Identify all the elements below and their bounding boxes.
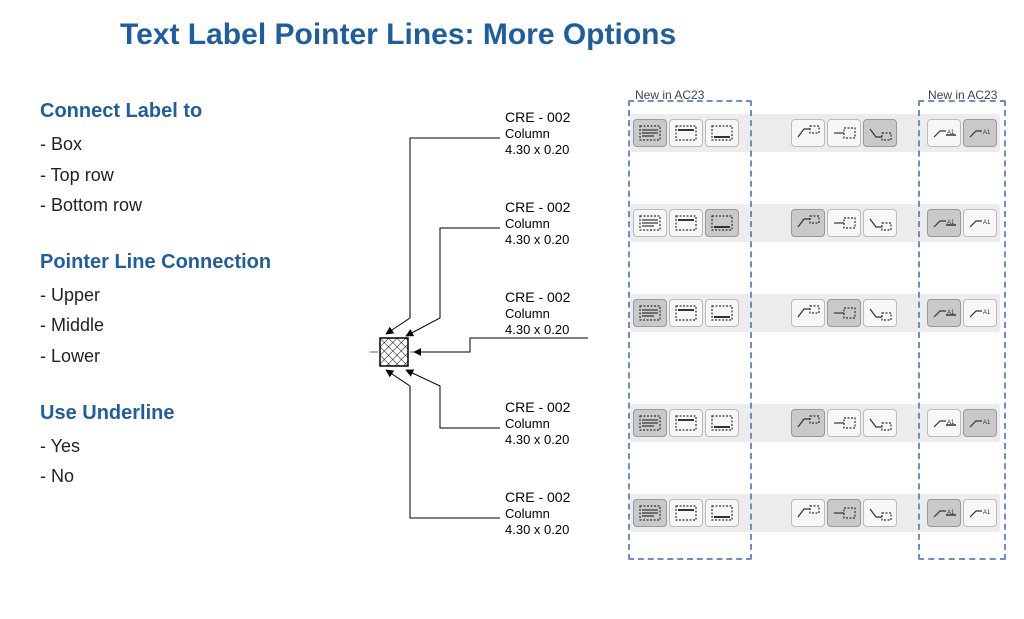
label-line3: 4.30 x 0.20 [505, 522, 569, 537]
label-line3: 4.30 x 0.20 [505, 232, 569, 247]
section-underline: Use Underline - Yes - No [40, 402, 340, 492]
option-text: Top row [51, 165, 114, 185]
label-line3: 4.30 x 0.20 [505, 142, 569, 157]
pointer-connection-group-lower-button[interactable] [863, 409, 897, 437]
pointer-connection-group-upper-button[interactable] [791, 409, 825, 437]
pointer-connection-group-middle-button[interactable] [827, 299, 861, 327]
pointer-connection-group-upper-button[interactable] [791, 119, 825, 147]
option-item: - Yes [40, 431, 340, 462]
section-heading: Connect Label to [40, 100, 340, 123]
pointer-diagram: CRE - 002 Column 4.30 x 0.20 CRE - 002 C… [350, 88, 625, 588]
upper-icon [794, 303, 822, 323]
label-line1: CRE - 002 [505, 399, 571, 415]
option-text: Yes [51, 436, 80, 456]
pointer-connection-group-lower-button[interactable] [863, 119, 897, 147]
middle-icon [830, 213, 858, 233]
pointer-connection-group-middle-button[interactable] [827, 119, 861, 147]
middle-icon [830, 123, 858, 143]
label-line1: CRE - 002 [505, 109, 571, 125]
option-text: Bottom row [51, 195, 142, 215]
pointer-line [386, 138, 500, 334]
label-line1: CRE - 002 [505, 289, 571, 305]
middle-icon [830, 413, 858, 433]
label-block: CRE - 002 Column 4.30 x 0.20 [386, 370, 571, 537]
section-connect-label: Connect Label to - Box - Top row - Botto… [40, 100, 340, 221]
pointer-connection-group-upper-button[interactable] [791, 299, 825, 327]
label-line1: CRE - 002 [505, 199, 571, 215]
upper-icon [794, 123, 822, 143]
pointer-line [386, 370, 500, 518]
section-pointer-connection: Pointer Line Connection - Upper - Middle… [40, 251, 340, 372]
option-item: - Bottom row [40, 190, 340, 221]
new-callout-box [918, 100, 1006, 560]
pointer-connection-group [777, 119, 897, 147]
new-callout-box [628, 100, 752, 560]
section-heading: Pointer Line Connection [40, 251, 340, 274]
option-text: Box [51, 134, 82, 154]
pointer-connection-group [777, 409, 897, 437]
pointer-connection-group-upper-button[interactable] [791, 209, 825, 237]
lower-icon [866, 213, 894, 233]
middle-icon [830, 503, 858, 523]
pointer-line [406, 228, 500, 336]
pointer-line [406, 370, 500, 428]
pointer-connection-group [777, 499, 897, 527]
pointer-connection-group-lower-button[interactable] [863, 209, 897, 237]
page-title: Text Label Pointer Lines: More Options [120, 18, 676, 52]
lower-icon [866, 123, 894, 143]
pointer-line [414, 338, 500, 352]
lower-icon [866, 503, 894, 523]
lower-icon [866, 413, 894, 433]
column-symbol-icon [370, 338, 418, 366]
pointer-connection-group-middle-button[interactable] [827, 209, 861, 237]
option-item: - Box [40, 129, 340, 160]
label-line2: Column [505, 416, 550, 431]
pointer-connection-group-middle-button[interactable] [827, 499, 861, 527]
option-item: - Top row [40, 160, 340, 191]
option-item: - Middle [40, 310, 340, 341]
section-heading: Use Underline [40, 402, 340, 425]
upper-icon [794, 413, 822, 433]
label-block: CRE - 002 Column 4.30 x 0.20 [406, 370, 571, 447]
option-item: - Upper [40, 280, 340, 311]
label-line2: Column [505, 126, 550, 141]
pointer-connection-group-upper-button[interactable] [791, 499, 825, 527]
label-line2: Column [505, 216, 550, 231]
option-item: - Lower [40, 341, 340, 372]
label-line2: Column [505, 506, 550, 521]
option-item: - No [40, 461, 340, 492]
option-text: Lower [51, 346, 100, 366]
label-line3: 4.30 x 0.20 [505, 322, 569, 337]
label-line2: Column [505, 306, 550, 321]
option-text: No [51, 466, 74, 486]
pointer-connection-group [777, 209, 897, 237]
pointer-connection-group [777, 299, 897, 327]
upper-icon [794, 503, 822, 523]
option-text: Middle [51, 315, 104, 335]
pointer-connection-group-lower-button[interactable] [863, 499, 897, 527]
upper-icon [794, 213, 822, 233]
options-list: Connect Label to - Box - Top row - Botto… [40, 100, 340, 492]
label-line3: 4.30 x 0.20 [505, 432, 569, 447]
option-text: Upper [51, 285, 100, 305]
middle-icon [830, 303, 858, 323]
label-line1: CRE - 002 [505, 489, 571, 505]
pointer-connection-group-lower-button[interactable] [863, 299, 897, 327]
pointer-connection-group-middle-button[interactable] [827, 409, 861, 437]
lower-icon [866, 303, 894, 323]
